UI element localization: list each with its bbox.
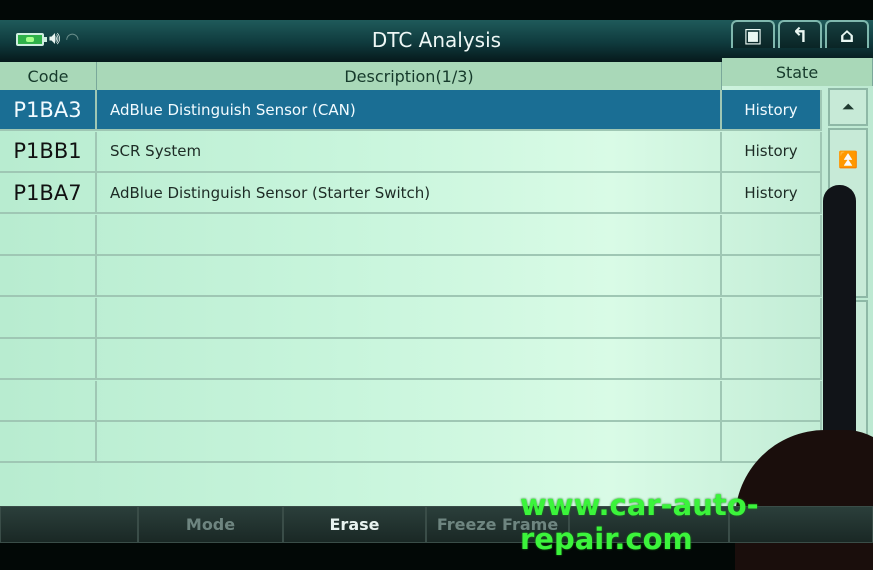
- dtc-code: [0, 256, 97, 295]
- dtc-description: [97, 422, 722, 461]
- title-bar: 🔊︎ ◠ DTC Analysis ▣ ↰ ⌂: [0, 20, 873, 62]
- scroll-top-button[interactable]: ⏶: [828, 88, 868, 126]
- dtc-state: [722, 339, 822, 378]
- table-row[interactable]: [0, 297, 822, 339]
- dtc-code: [0, 214, 97, 254]
- dtc-table: Code Description(1/3) State P1BA3 AdBlue …: [0, 58, 873, 506]
- dtc-code: [0, 380, 97, 420]
- dtc-code: [0, 422, 97, 461]
- column-header-state: State: [722, 58, 873, 86]
- screenshot-button[interactable]: ▣: [731, 20, 775, 48]
- dtc-code: P1BA7: [0, 173, 97, 212]
- erase-button[interactable]: Erase: [283, 506, 426, 543]
- dtc-description: SCR System: [97, 131, 722, 171]
- table-row[interactable]: [0, 214, 822, 256]
- dtc-state: [722, 380, 822, 420]
- camera-icon: ▣: [743, 23, 763, 47]
- return-arrow-icon: ↰: [791, 23, 809, 47]
- table-row[interactable]: P1BA3 AdBlue Distinguish Sensor (CAN) Hist…: [0, 90, 822, 131]
- dtc-state: History: [722, 90, 822, 129]
- mode-button[interactable]: Mode: [138, 506, 283, 543]
- dtc-description: [97, 339, 722, 378]
- stylus: [823, 185, 856, 450]
- home-button[interactable]: ⌂: [825, 20, 869, 48]
- dtc-state: History: [722, 173, 822, 212]
- dtc-description: [97, 214, 722, 254]
- dtc-state: History: [722, 131, 822, 171]
- dtc-code: P1BA3: [0, 90, 97, 129]
- dtc-description: [97, 256, 722, 295]
- dtc-state: [722, 297, 822, 337]
- table-row[interactable]: [0, 339, 822, 380]
- dtc-description: [97, 380, 722, 420]
- dtc-description: AdBlue Distinguish Sensor (Starter Switc…: [97, 173, 722, 212]
- table-row[interactable]: [0, 422, 822, 463]
- dtc-code: [0, 297, 97, 337]
- dtc-state: [722, 214, 822, 254]
- dtc-description: AdBlue Distinguish Sensor (CAN): [97, 90, 722, 129]
- home-icon: ⌂: [839, 23, 855, 47]
- dtc-code: P1BB1: [0, 131, 97, 171]
- table-row[interactable]: P1BB1 SCR System History: [0, 131, 822, 173]
- scroll-to-top-icon: ⏶: [841, 97, 855, 116]
- table-row[interactable]: [0, 256, 822, 297]
- watermark: www.car-auto-repair.com: [520, 488, 759, 556]
- table-row[interactable]: [0, 380, 822, 422]
- table-row[interactable]: P1BA7 AdBlue Distinguish Sensor (Starter …: [0, 173, 822, 214]
- back-button[interactable]: ↰: [778, 20, 822, 48]
- page-up-icon: ⏫: [838, 150, 858, 169]
- dtc-description: [97, 297, 722, 337]
- dtc-code: [0, 339, 97, 378]
- footer-button-blank-1[interactable]: [0, 506, 138, 543]
- column-header-description: Description(1/3): [97, 62, 722, 90]
- column-header-code: Code: [0, 62, 97, 90]
- dtc-state: [722, 256, 822, 295]
